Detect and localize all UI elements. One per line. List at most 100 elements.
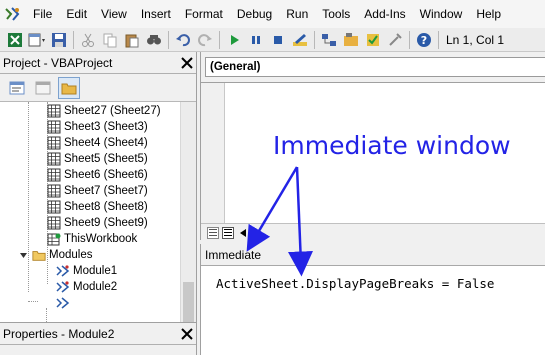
tree-connector xyxy=(28,301,38,302)
run-icon[interactable] xyxy=(223,29,245,51)
tree-item-sheet9[interactable]: Sheet9 (Sheet9) xyxy=(47,215,148,231)
menu-window[interactable]: Window xyxy=(413,0,470,28)
tree-item-label: Sheet7 (Sheet7) xyxy=(64,185,148,197)
module-icon xyxy=(56,281,70,293)
tree-item-sheet27[interactable]: Sheet27 (Sheet27) xyxy=(47,103,161,119)
immediate-window: Immediate ActiveSheet.DisplayPageBreaks … xyxy=(200,244,545,355)
tree-item-sheet5[interactable]: Sheet5 (Sheet5) xyxy=(47,151,148,167)
project-explorer-title-bar: Project - VBAProject xyxy=(0,52,196,74)
code-editor[interactable] xyxy=(201,82,545,241)
tree-item-partial[interactable] xyxy=(56,295,73,311)
tree-item-sheet3[interactable]: Sheet3 (Sheet3) xyxy=(47,119,148,135)
menu-run[interactable]: Run xyxy=(279,0,315,28)
tree-item-label: Modules xyxy=(49,249,93,261)
tree-item-sheet8[interactable]: Sheet8 (Sheet8) xyxy=(47,199,148,215)
code-margin xyxy=(201,83,225,223)
worksheet-icon xyxy=(47,152,61,166)
design-mode-icon[interactable] xyxy=(289,29,311,51)
tree-connector xyxy=(46,308,47,322)
object-dropdown-value: (General) xyxy=(210,61,261,73)
menu-tools[interactable]: Tools xyxy=(315,0,357,28)
close-icon[interactable] xyxy=(178,325,196,343)
properties-window: Properties - Module2 xyxy=(0,322,197,355)
insert-module-icon[interactable] xyxy=(26,29,48,51)
tree-item-sheet6[interactable]: Sheet6 (Sheet6) xyxy=(47,167,148,183)
worksheet-icon xyxy=(47,184,61,198)
worksheet-icon xyxy=(47,104,61,118)
tree-item-sheet4[interactable]: Sheet4 (Sheet4) xyxy=(47,135,148,151)
tree-item-label: ThisWorkbook xyxy=(64,233,138,245)
toolbar-separator xyxy=(409,30,410,49)
project-explorer-toolbar xyxy=(0,74,196,102)
find-icon[interactable] xyxy=(143,29,165,51)
full-module-view-icon[interactable] xyxy=(222,226,234,239)
menu-view[interactable]: View xyxy=(94,0,134,28)
properties-title: Properties - Module2 xyxy=(3,326,115,341)
help-icon[interactable]: ? xyxy=(413,29,435,51)
close-icon[interactable] xyxy=(178,54,196,72)
save-icon[interactable] xyxy=(48,29,70,51)
worksheet-icon xyxy=(47,216,61,230)
toolbox-icon[interactable] xyxy=(384,29,406,51)
object-dropdown[interactable]: (General) xyxy=(205,57,545,77)
project-explorer: Project - VBAProject Sheet27 (Sheet27) S… xyxy=(0,52,197,322)
tree-item-label: Sheet8 (Sheet8) xyxy=(64,201,148,213)
tree-item-sheet7[interactable]: Sheet7 (Sheet7) xyxy=(47,183,148,199)
undo-icon[interactable] xyxy=(172,29,194,51)
tree-item-label: Module2 xyxy=(73,281,118,293)
toolbar-separator xyxy=(314,30,315,49)
collapse-icon[interactable] xyxy=(20,251,28,259)
tree-item-label: Sheet3 (Sheet3) xyxy=(64,121,148,133)
project-tree-scrollbar[interactable] xyxy=(180,102,196,322)
menu-insert[interactable]: Insert xyxy=(134,0,178,28)
tree-connector xyxy=(28,102,29,292)
toolbar-separator xyxy=(438,30,439,49)
menu-format[interactable]: Format xyxy=(178,0,230,28)
menu-file[interactable]: File xyxy=(26,0,59,28)
vba-app-icon[interactable] xyxy=(0,0,26,28)
paste-icon[interactable] xyxy=(121,29,143,51)
immediate-code-line[interactable]: ActiveSheet.DisplayPageBreaks = False xyxy=(216,276,494,291)
immediate-title: Immediate xyxy=(205,247,262,262)
immediate-title-bar: Immediate xyxy=(201,244,545,266)
menu-add-ins[interactable]: Add-Ins xyxy=(357,0,412,28)
tree-folder-modules[interactable]: Modules xyxy=(20,247,92,263)
menu-bar: File Edit View Insert Format Debug Run T… xyxy=(0,0,545,28)
object-browser-icon[interactable] xyxy=(362,29,384,51)
toolbar-separator xyxy=(219,30,220,49)
menu-help[interactable]: Help xyxy=(469,0,508,28)
folder-icon xyxy=(32,251,46,261)
view-object-icon[interactable] xyxy=(32,77,54,99)
copy-icon[interactable] xyxy=(99,29,121,51)
worksheet-icon xyxy=(47,200,61,214)
project-tree: Sheet27 (Sheet27) Sheet3 (Sheet3) Sheet4… xyxy=(0,102,180,322)
tree-item-module1[interactable]: Module1 xyxy=(56,263,117,279)
standard-toolbar: ? Ln 1, Col 1 xyxy=(0,28,545,52)
annotation-label: Immediate window xyxy=(273,131,511,160)
tree-item-thisworkbook[interactable]: ThisWorkbook xyxy=(47,231,137,247)
cursor-position-label: Ln 1, Col 1 xyxy=(446,32,505,47)
svg-text:?: ? xyxy=(421,34,427,47)
worksheet-icon xyxy=(47,120,61,134)
procedure-view-icon[interactable] xyxy=(207,226,219,239)
tree-item-label: Sheet4 (Sheet4) xyxy=(64,137,148,149)
cut-icon[interactable] xyxy=(77,29,99,51)
menu-debug[interactable]: Debug xyxy=(230,0,279,28)
properties-window-icon[interactable] xyxy=(340,29,362,51)
redo-icon[interactable] xyxy=(194,29,216,51)
project-explorer-title: Project - VBAProject xyxy=(3,55,113,70)
tree-item-label: Sheet5 (Sheet5) xyxy=(64,153,148,165)
tree-item-module2[interactable]: Module2 xyxy=(56,279,118,295)
view-code-icon[interactable] xyxy=(6,77,28,99)
worksheet-icon xyxy=(47,168,61,182)
scrollbar-thumb[interactable] xyxy=(183,282,194,322)
excel-view-icon[interactable] xyxy=(4,29,26,51)
break-icon[interactable] xyxy=(245,29,267,51)
project-explorer-icon[interactable] xyxy=(318,29,340,51)
scroll-left-icon[interactable] xyxy=(238,227,248,239)
workbook-icon xyxy=(47,233,61,246)
toggle-folders-icon[interactable] xyxy=(58,76,80,99)
menu-edit[interactable]: Edit xyxy=(59,0,94,28)
worksheet-icon xyxy=(47,136,61,150)
reset-icon[interactable] xyxy=(267,29,289,51)
